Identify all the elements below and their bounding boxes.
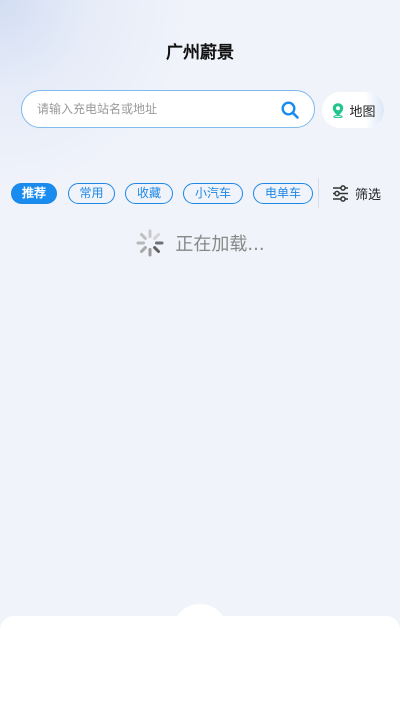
loading-text: 正在加载...	[175, 234, 265, 255]
spinner-icon	[136, 229, 164, 257]
search-bar[interactable]	[21, 90, 315, 128]
map-pin-icon	[333, 103, 344, 118]
search-icon[interactable]	[280, 100, 300, 120]
sliders-icon	[333, 185, 348, 202]
tab-frequent[interactable]: 常用	[68, 183, 115, 204]
search-input[interactable]	[37, 100, 267, 118]
tab-ebike[interactable]: 电单车	[253, 183, 313, 204]
page-title: 广州蔚景	[166, 43, 234, 63]
tab-car[interactable]: 小汽车	[183, 183, 243, 204]
tab-recommended[interactable]: 推荐	[11, 183, 57, 204]
map-button-label: 地图	[349, 104, 376, 120]
filter-label: 筛选	[355, 188, 382, 203]
bottom-panel	[0, 616, 400, 710]
tab-favorites[interactable]: 收藏	[125, 183, 173, 204]
tabs-divider	[318, 178, 319, 208]
filter-button[interactable]: 筛选	[331, 184, 381, 203]
map-button[interactable]: 地图	[322, 92, 384, 128]
loading-indicator: 正在加载...	[0, 228, 400, 258]
